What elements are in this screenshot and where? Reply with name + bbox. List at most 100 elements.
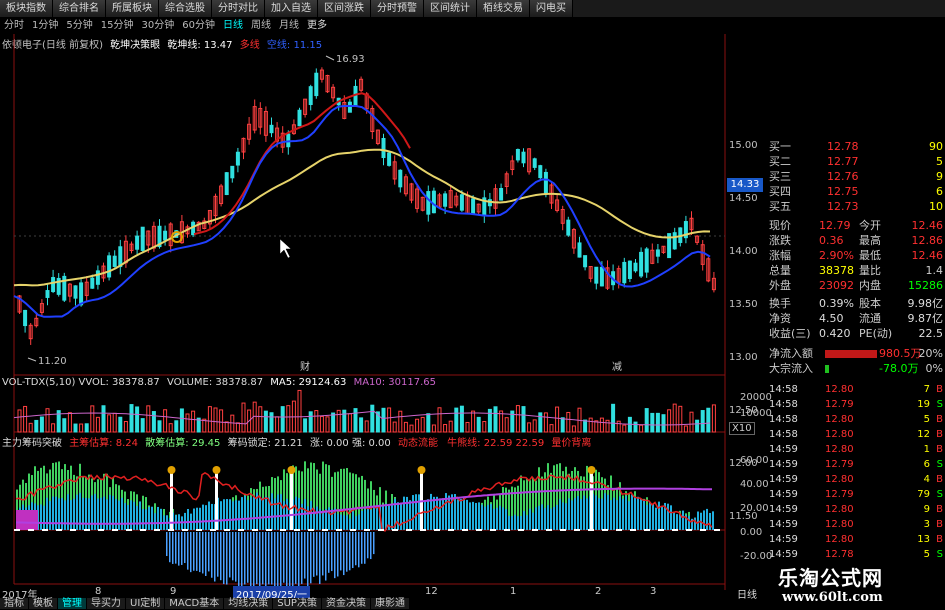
vol-name[interactable]: VOL-TDX(5,10) [2,377,75,388]
date-axis-label: 8 [95,586,102,597]
bottom-right-period[interactable]: 日线 [737,586,757,601]
chip-cyan-bar [643,500,645,530]
chip-cyan-bar [97,498,99,530]
tick-price: 12.80 [825,429,854,440]
chip-cyan-bar [136,505,138,530]
top-tab-9[interactable]: 栢线交易 [477,0,530,17]
bottom-tab-0[interactable]: 指标 [0,598,29,609]
chip-cyan-bar [511,516,513,530]
volume-bar [689,411,694,433]
chip-cyan-bar [124,503,126,530]
period-6[interactable]: 日线 [219,17,247,34]
top-tab-3[interactable]: 综合选股 [159,0,212,17]
chip-negative-bar [214,532,216,582]
chip-negative-bar [235,532,237,582]
chip-cyan-bar [160,508,162,530]
chip-negative-bar [277,532,279,589]
chip-cyan-bar [502,507,504,530]
bottom-tab-2[interactable]: 管理 [58,598,87,609]
chip-cyan-bar [112,495,114,530]
top-tab-10[interactable]: 闪电买 [530,0,573,17]
period-8[interactable]: 月线 [275,17,303,34]
chip-negative-bar [373,532,375,555]
volume-bar [700,410,705,433]
bottom-tab-6[interactable]: 均线决策 [224,598,274,609]
volume-bar [39,416,44,433]
chip-signal-bar [420,470,423,530]
period-4[interactable]: 30分钟 [137,17,178,34]
bottom-tab-5[interactable]: MACD基本 [165,598,225,609]
top-tab-7[interactable]: 分时预警 [371,0,424,17]
volume-bar [280,406,285,433]
volume-bar [605,419,610,433]
period-2[interactable]: 5分钟 [62,17,96,34]
chip-cyan-bar [604,493,606,530]
top-tab-6[interactable]: 区间涨跌 [318,0,371,17]
chip-cyan-bar [208,501,210,530]
chip-cyan-bar [370,509,372,530]
chip-cyan-bar [682,510,684,530]
orderbook-row[interactable]: 买一 12.78 90 [767,140,945,154]
volume-bar [633,421,638,433]
volume-bar [73,423,78,433]
chip-name[interactable]: 主力筹码突破 [2,438,62,449]
top-tab-1[interactable]: 综合排名 [53,0,106,17]
chip-negative-bar [250,532,252,590]
top-tab-0[interactable]: 板块指数 [0,0,53,17]
volume-bar [163,409,168,433]
bottom-tab-3[interactable]: 导买力 [87,598,126,609]
volume-bar [95,416,100,433]
chip-cyan-bar [529,508,531,530]
stats-row: 换手 0.39% 股本 9.98亿 [767,297,945,311]
candle-body [45,290,50,298]
period-7[interactable]: 周线 [247,17,275,34]
orderbook-row[interactable]: 买四 12.75 6 [767,185,945,199]
bottom-tab-7[interactable]: SUP决策 [273,598,322,609]
top-tab-5[interactable]: 加入自选 [265,0,318,17]
bottom-tab-9[interactable]: 康影通 [370,598,410,609]
quote-row: 现价 12.79 今开 12.46 [767,219,945,233]
candle-body [566,219,571,236]
chip-cyan-bar [667,503,669,530]
top-tab-4[interactable]: 分时对比 [212,0,265,17]
main-chart[interactable]: 16.93 11.20 财 减 [0,34,770,590]
tick-time: 14:59 [769,534,798,545]
period-3[interactable]: 15分钟 [97,17,138,34]
chip-cyan-bar [631,494,633,530]
event-label-cai[interactable]: 财 [300,360,310,373]
orderbook-row[interactable]: 买五 12.73 10 [767,200,945,214]
bottom-tab-1[interactable]: 模板 [29,598,58,609]
volume-bar [538,412,543,433]
chip-negative-bar [238,532,240,587]
orderbook-label: 买二 [769,155,791,168]
period-1[interactable]: 1分钟 [28,17,62,34]
bottom-tab-8[interactable]: 资金决策 [321,598,371,609]
tick-vol: 5 [923,414,930,425]
chip-negative-bar [187,532,189,570]
period-5[interactable]: 60分钟 [178,17,219,34]
volume-bar [465,421,470,433]
chip-cyan-bar [703,510,705,530]
chip-cyan-bar [343,515,345,530]
orderbook-price: 12.77 [827,155,859,168]
chip-cyan-bar [424,500,426,530]
chip-cyan-bar [91,495,93,530]
quote-label: 现价 [769,219,791,232]
event-label-jian[interactable]: 减 [612,361,622,373]
quote-row: 总量 38378 量比 1.4 [767,264,945,278]
orderbook-row[interactable]: 买三 12.76 9 [767,170,945,184]
period-9[interactable]: 更多 [303,17,331,34]
chip-cyan-bar [478,502,480,530]
period-0[interactable]: 分时 [0,17,28,34]
top-tab-2[interactable]: 所属板块 [106,0,159,17]
orderbook-row[interactable]: 买二 12.77 5 [767,155,945,169]
chip-cyan-bar [418,494,420,530]
bottom-tab-4[interactable]: UI定制 [126,598,166,609]
volume-bar [207,406,212,433]
chip-cyan-bar [253,496,255,530]
chip-cyan-bar [487,504,489,530]
chip-negative-bar [244,532,246,585]
top-tab-8[interactable]: 区间统计 [424,0,477,17]
chip-negative-bar [202,532,204,574]
stats-value: 4.50 [819,312,844,325]
